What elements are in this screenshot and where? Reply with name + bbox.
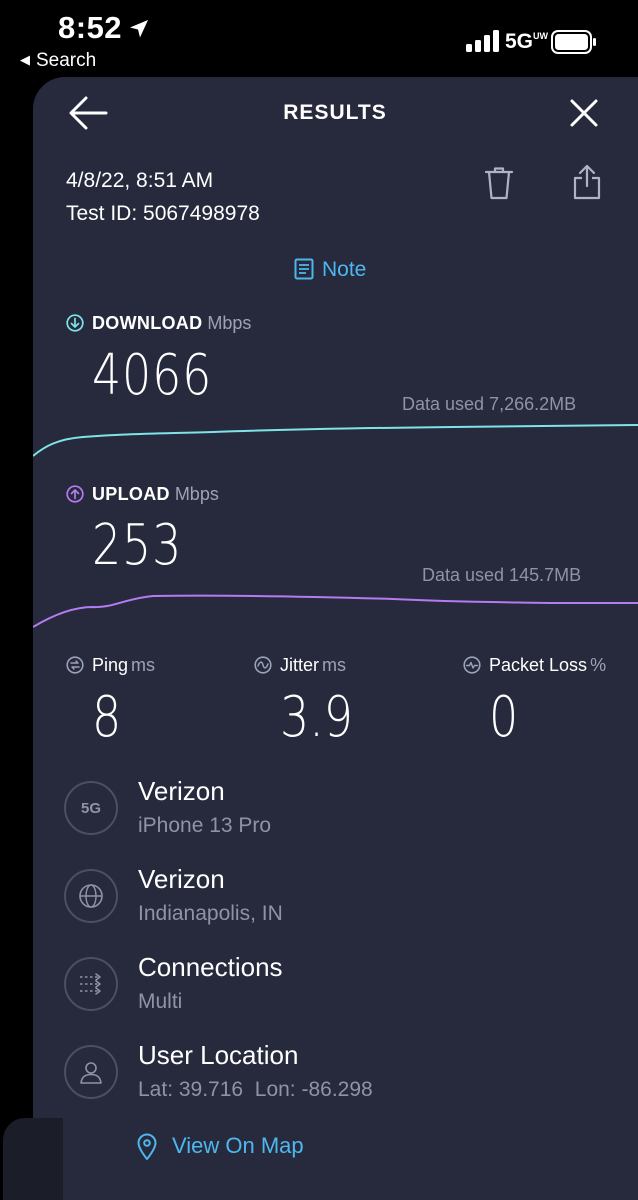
test-date: 4/8/22, 8:51 AM [66,169,214,192]
upload-label: UPLOAD Mbps [66,484,219,505]
carrier-name: Verizon [138,776,225,806]
network-indicator: 5GUW [505,30,548,54]
upload-icon [66,485,84,503]
user-location-badge [64,1045,118,1099]
user-icon [80,1062,102,1084]
carrier-5g-badge: 5G [64,781,118,835]
download-graph [33,424,638,457]
download-label-text: DOWNLOAD [92,313,203,333]
back-triangle-icon: ◀ [20,52,30,67]
jitter-value: 3.9 [280,685,354,750]
ping-label-text: Ping [92,655,129,675]
upload-graph [33,594,638,628]
trash-icon[interactable] [483,166,515,200]
download-icon [66,314,84,332]
server-location: Indianapolis, IN [138,902,283,925]
location-arrow-icon [130,20,148,38]
download-label: DOWNLOAD Mbps [66,313,251,334]
back-to-search-link[interactable]: ◀ Search [20,50,96,72]
device-name: iPhone 13 Pro [138,814,272,837]
user-location-title: User Location [138,1040,299,1070]
upload-data-used: Data used 145.7MB [422,565,582,585]
note-button[interactable]: Note [294,258,366,282]
jitter-label: Jitter ms [254,655,346,676]
upload-value: 253 [92,513,183,578]
page-title: RESULTS [283,101,387,124]
jitter-unit: ms [322,655,347,675]
status-time: 8:52 [58,10,123,45]
jitter-icon [254,656,272,674]
test-id: Test ID: 5067498978 [66,202,260,225]
view-on-map-label: View On Map [172,1133,304,1158]
upload-unit: Mbps [174,484,219,504]
user-location-coords: Lat: 39.716 Lon: -86.298 [138,1078,373,1101]
connections-icon [80,973,101,995]
ping-icon [66,656,84,674]
upload-label-text: UPLOAD [92,484,170,504]
share-icon[interactable] [573,164,601,200]
note-icon [294,258,314,280]
background-card [3,1118,63,1200]
jitter-label-text: Jitter [280,655,320,675]
server-globe-badge [64,869,118,923]
network-suffix: UW [533,31,549,41]
globe-icon [79,884,103,908]
network-type: 5G [505,30,534,53]
ping-unit: ms [131,655,156,675]
screen: 8:52 ◀ Search 5GUW RESULTS 4/8/22, 8:51 A… [0,0,638,1200]
status-bar: 8:52 ◀ Search 5GUW [0,0,638,76]
ping-label: Ping ms [66,655,155,676]
note-label: Note [322,258,367,281]
connections-title: Connections [138,952,283,982]
connections-badge [64,957,118,1011]
map-pin-icon [137,1133,157,1160]
download-unit: Mbps [207,313,252,333]
packet-loss-unit: % [590,655,607,675]
download-value: 4066 [92,343,213,408]
packet-loss-icon [463,656,481,674]
download-data-used: Data used 7,266.2MB [402,394,577,414]
packet-loss-label-text: Packet Loss [489,655,588,675]
ping-value: 8 [92,685,122,750]
server-name[interactable]: Verizon [138,864,225,895]
back-to-search-label: Search [36,50,97,71]
connections-mode: Multi [138,990,183,1013]
packet-loss-label: Packet Loss% [463,655,606,676]
cellular-signal-icon [466,30,499,52]
battery-icon [551,30,596,54]
5g-badge-text: 5G [80,799,101,817]
packet-loss-value: 0 [489,685,519,750]
view-on-map-link[interactable]: View On Map [137,1133,304,1160]
close-icon[interactable] [568,96,600,130]
